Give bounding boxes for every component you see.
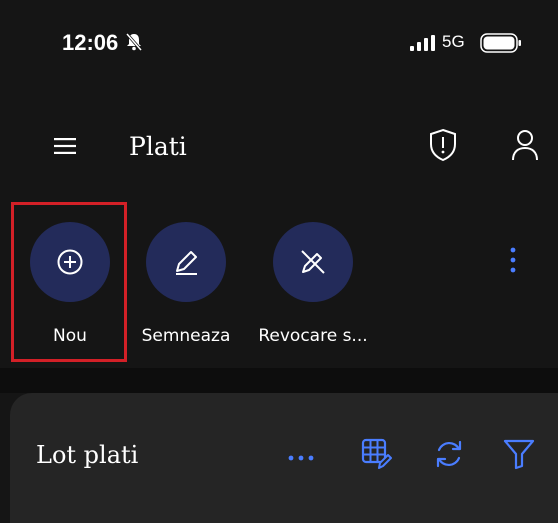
more-horizontal-icon[interactable] [287,447,315,466]
pen-off-icon [301,250,325,274]
action-revocare[interactable]: Revocare s... [258,222,368,346]
hamburger-menu-icon[interactable] [54,138,76,158]
table-edit-icon[interactable] [360,437,394,475]
lot-plati-card: Lot plati [10,393,558,523]
filter-icon[interactable] [502,437,536,475]
pen-icon [176,251,197,275]
highlight-box [11,202,127,362]
status-bar: 12:06 5G [0,0,558,90]
shield-alert-icon[interactable] [428,128,458,166]
action-semneaza[interactable]: Semneaza [131,222,241,346]
status-time: 12:06 [62,30,119,55]
signal-icon [410,35,436,55]
card-title: Lot plati [36,441,139,469]
refresh-icon[interactable] [432,437,466,475]
action-revocare-circle[interactable] [273,222,353,302]
page-title: Plati [129,132,187,161]
action-revocare-label: Revocare s... [258,326,368,346]
vertical-dots-icon[interactable] [509,246,517,278]
action-semneaza-label: Semneaza [141,326,231,346]
section-divider [0,368,558,393]
top-app-bar: Plati [0,110,558,180]
battery-icon [480,33,522,57]
network-type: 5G [442,32,465,51]
bell-slash-icon [124,32,144,56]
user-icon[interactable] [510,128,540,166]
action-semneaza-circle[interactable] [146,222,226,302]
